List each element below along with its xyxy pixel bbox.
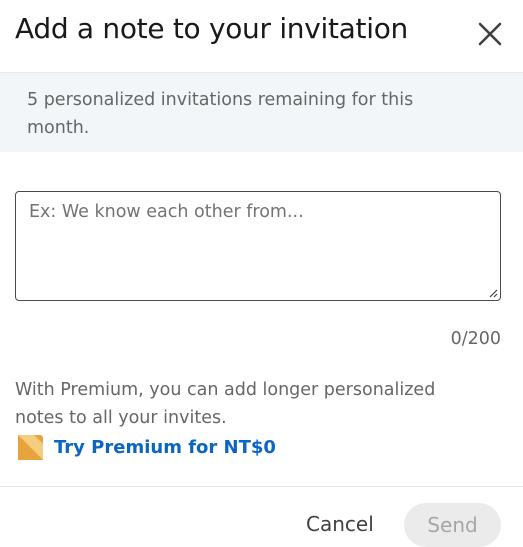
premium-upsell-text: With Premium, you can add longer persona…	[15, 380, 436, 428]
character-counter: 0/200	[450, 329, 501, 349]
footer-divider	[0, 486, 523, 487]
send-button[interactable]: Send	[404, 503, 501, 547]
try-premium-label: Try Premium for NT$0	[54, 436, 276, 458]
try-premium-link[interactable]: Try Premium for NT$0	[18, 432, 276, 462]
dialog-header: Add a note to your invitation	[0, 0, 523, 72]
remaining-invitations-notice: 5 personalized invitations remaining for…	[0, 72, 523, 152]
note-field-container	[15, 191, 501, 301]
note-textarea[interactable]	[16, 192, 500, 300]
close-icon	[478, 22, 502, 46]
premium-icon	[18, 434, 43, 460]
invitation-note-dialog: Add a note to your invitation 5 personal…	[0, 0, 523, 547]
close-button[interactable]	[474, 18, 506, 50]
remaining-invitations-text: 5 personalized invitations remaining for…	[27, 90, 414, 138]
dialog-title: Add a note to your invitation	[15, 12, 408, 45]
cancel-button[interactable]: Cancel	[292, 504, 388, 544]
resize-handle-icon[interactable]	[488, 288, 498, 298]
